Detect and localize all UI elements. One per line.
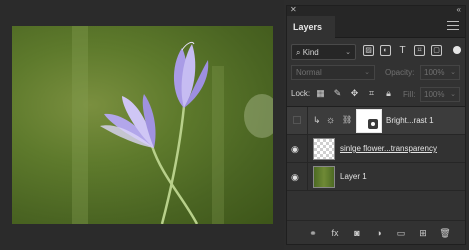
lock-label: Lock: <box>291 89 311 98</box>
trash-icon[interactable]: 🗑︎ <box>439 227 451 239</box>
panel-header: ✕ « <box>287 5 465 16</box>
kind-filter-select[interactable]: ⌕ Kind ⌄ <box>291 44 356 60</box>
panel-bottom-toolbar: ⚭ fx ◙ ◑ ▭ ⊞ 🗑︎ <box>287 220 465 244</box>
blend-mode-value: Normal <box>296 68 322 77</box>
layers-panel: ✕ « Layers ⌕ Kind ⌄ ▨ ◐ T ⌑ ▢ Normal ⌄ O… <box>286 5 466 245</box>
tab-layers[interactable]: Layers <box>287 16 335 38</box>
close-icon[interactable]: ✕ <box>290 5 297 14</box>
lock-transparent-pixels-icon[interactable]: ▦ <box>315 88 326 99</box>
chevron-down-icon: ⌄ <box>345 49 351 56</box>
layer-mask-thumbnail[interactable] <box>356 109 382 133</box>
fill-field[interactable]: 100% ⌄ <box>420 87 460 102</box>
eye-icon[interactable]: ◉ <box>291 144 303 154</box>
flower-photo[interactable] <box>12 26 273 224</box>
layer-name[interactable]: sinlge flower...transparency <box>340 144 437 153</box>
clipping-arrow-icon: ↳ <box>313 115 321 125</box>
layer-thumbnail[interactable] <box>313 138 335 160</box>
fx-icon[interactable]: fx <box>329 227 341 239</box>
fill-value: 100% <box>424 90 445 99</box>
layer-list: ↳ ☼ ⛓ Bright...rast 1 ◉ sinlge flower...… <box>287 106 465 191</box>
opacity-value: 100% <box>424 68 445 77</box>
brightness-icon[interactable]: ☼ <box>326 115 335 126</box>
chevron-down-icon: ⌄ <box>364 69 370 76</box>
filter-row: ⌕ Kind ⌄ ▨ ◐ T ⌑ ▢ <box>287 42 465 62</box>
folder-icon[interactable]: ▭ <box>395 227 407 239</box>
mask-icon[interactable]: ◙ <box>351 227 363 239</box>
eye-icon[interactable]: ◉ <box>291 172 303 182</box>
new-layer-icon[interactable]: ⊞ <box>417 227 429 239</box>
shape-filter-icon[interactable]: ⌑ <box>414 45 425 56</box>
image-filter-icon[interactable]: ▨ <box>363 45 374 56</box>
chain-link-icon[interactable]: ⛓ <box>342 115 352 124</box>
lock-position-icon[interactable]: ✥ <box>349 88 360 99</box>
layer-row-layer-1[interactable]: ◉ Layer 1 <box>287 163 465 191</box>
layer-name[interactable]: Layer 1 <box>340 172 367 181</box>
chevron-down-icon: ⌄ <box>450 91 456 98</box>
lock-row: Lock: ▦ ✎ ✥ ⌗ 🔒︎ Fill: 100% ⌄ <box>287 86 465 104</box>
link-icon[interactable]: ⚭ <box>307 227 319 239</box>
lock-image-pixels-icon[interactable]: ✎ <box>332 88 343 99</box>
fill-label: Fill: <box>403 90 416 99</box>
adjustment-filter-icon[interactable]: ◐ <box>380 45 391 56</box>
blend-row: Normal ⌄ Opacity: 100% ⌄ <box>287 64 465 82</box>
document-canvas[interactable] <box>0 0 284 250</box>
opacity-field[interactable]: 100% ⌄ <box>420 65 460 80</box>
opacity-label: Opacity: <box>385 68 415 77</box>
kind-filter-label: Kind <box>302 48 319 57</box>
layer-row-single-flower[interactable]: ◉ sinlge flower...transparency <box>287 135 465 163</box>
chevron-down-icon: ⌄ <box>450 69 456 76</box>
layer-name[interactable]: Bright...rast 1 <box>386 116 434 125</box>
layer-row-brightness-contrast[interactable]: ↳ ☼ ⛓ Bright...rast 1 <box>287 107 465 135</box>
panel-menu-icon[interactable] <box>447 21 459 31</box>
tab-bar: Layers <box>287 16 465 38</box>
blend-mode-select[interactable]: Normal ⌄ <box>291 65 375 80</box>
filter-toggle-icon[interactable] <box>453 46 461 54</box>
lock-artboard-icon[interactable]: ⌗ <box>366 88 377 99</box>
type-filter-icon[interactable]: T <box>397 45 408 56</box>
new-fill-adjustment-icon[interactable]: ◑ <box>373 227 385 239</box>
visibility-toggle-off[interactable] <box>293 116 301 124</box>
layer-thumbnail[interactable] <box>313 166 335 188</box>
lock-all-icon[interactable]: 🔒︎ <box>383 88 394 99</box>
collapse-icon[interactable]: « <box>457 5 461 14</box>
search-icon: ⌕ <box>296 48 301 57</box>
smart-object-filter-icon[interactable]: ▢ <box>431 45 442 56</box>
